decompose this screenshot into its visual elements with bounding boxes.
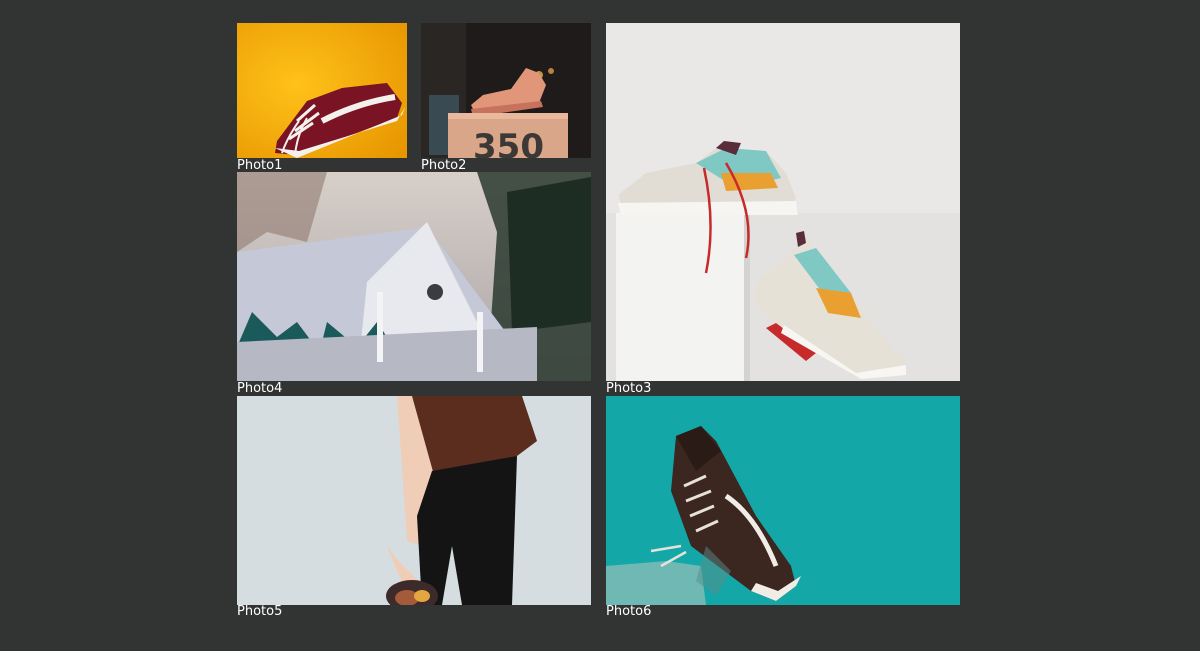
photo5-caption: Photo5 [237,604,283,619]
photo-gallery: Photo1 350 Photo2 Photo3 Photo4 Photo5 P… [0,0,1200,651]
gallery-tile-photo1[interactable]: Photo1 [237,23,407,173]
photo6-caption: Photo6 [606,604,652,619]
gallery-tile-photo5[interactable]: Photo5 [237,396,591,621]
photo6-image[interactable] [606,396,960,605]
gallery-tile-photo2[interactable]: 350 Photo2 [421,23,591,173]
photo5-person-graphic [237,396,591,605]
photo3-sneakers-graphic [606,23,960,381]
gallery-tile-photo3[interactable]: Photo3 [606,23,960,397]
photo4-image[interactable] [237,172,591,381]
photo6-sneaker-graphic [606,396,960,605]
photo1-image[interactable] [237,23,407,158]
gallery-tile-photo6[interactable]: Photo6 [606,396,960,621]
box-number-text: 350 [473,127,544,158]
photo2-sneaker-graphic: 350 [421,23,591,158]
photo2-image[interactable]: 350 [421,23,591,158]
photo4-caption: Photo4 [237,381,283,396]
photo1-sneaker-graphic [237,23,407,158]
photo5-image[interactable] [237,396,591,605]
photo4-church-graphic [237,172,591,381]
photo3-image[interactable] [606,23,960,381]
photo3-caption: Photo3 [606,381,652,396]
gallery-tile-photo4[interactable]: Photo4 [237,172,591,397]
